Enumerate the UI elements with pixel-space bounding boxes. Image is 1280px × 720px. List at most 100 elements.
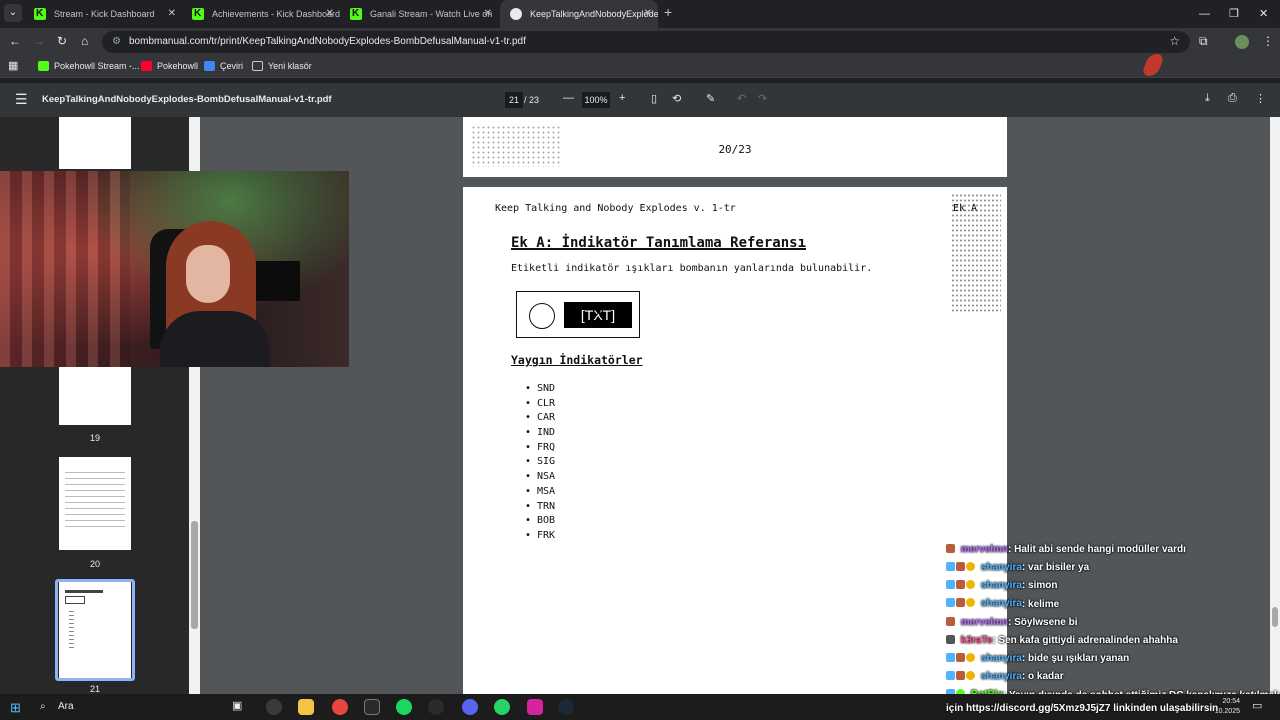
tab-ganali-stream[interactable]: Ganali Stream - Watch Live on ✕ <box>340 0 498 28</box>
site-info-icon[interactable]: ⚙ <box>112 36 121 47</box>
sidebar-menu-icon[interactable]: ☰ <box>15 91 28 108</box>
rotate-icon[interactable]: ⟲ <box>672 92 681 105</box>
home-icon[interactable]: ⌂ <box>81 34 88 48</box>
tab-bomb-manual[interactable]: KeepTalkingAndNobodyExplode ✕ <box>500 0 658 28</box>
chat-message: mervelmn: Söylwsene bi <box>946 613 1280 631</box>
tab-title: Achievements - Kick Dashboard <box>212 9 340 19</box>
list-item: TRN <box>525 500 555 515</box>
chat-username: shanyira <box>980 671 1022 683</box>
redo-icon[interactable]: ↷ <box>758 92 767 105</box>
chrome-icon[interactable] <box>332 699 348 715</box>
apps-icon[interactable]: ▦ <box>8 59 18 72</box>
bookmark-folder[interactable]: Yeni klasör <box>252 56 312 76</box>
section-label: Ek A <box>953 203 978 214</box>
page-total: / 23 <box>524 95 540 105</box>
undo-icon[interactable]: ↶ <box>737 92 746 105</box>
spotify-icon[interactable] <box>396 699 412 715</box>
tab-stream-kick-dashboard[interactable]: Stream - Kick Dashboard ✕ <box>24 0 182 28</box>
chrome-menu-icon[interactable]: ⋮ <box>1262 34 1274 48</box>
list-item: IND <box>525 426 555 441</box>
zoom-in-icon[interactable]: + <box>619 92 625 104</box>
reload-icon[interactable]: ↻ <box>57 34 67 48</box>
list-item: FRK <box>525 529 555 544</box>
thumbnail-label: 19 <box>89 433 100 443</box>
chat-text: : Sen kafa gittiydi adrenalinden ahahha <box>992 634 1178 646</box>
close-window-icon[interactable]: ✕ <box>1259 0 1268 28</box>
obs-icon[interactable] <box>266 699 282 715</box>
url-text[interactable]: bombmanual.com/tr/print/KeepTalkingAndNo… <box>129 31 526 53</box>
address-bar[interactable]: ⚙ bombmanual.com/tr/print/KeepTalkingAnd… <box>102 31 1190 53</box>
notifications-icon[interactable]: ▭ <box>1252 699 1268 715</box>
extensions-icon[interactable]: ⧉ <box>1199 34 1208 49</box>
new-tab-button[interactable]: + <box>664 4 672 20</box>
more-options-icon[interactable]: ⋮ <box>1255 92 1266 105</box>
thumbnail-page-20[interactable] <box>59 457 131 550</box>
tab-strip: ⌄ Stream - Kick Dashboard ✕ Achievements… <box>0 0 1280 28</box>
steam-icon[interactable] <box>558 699 574 715</box>
translate-icon <box>204 61 215 71</box>
page-number-input[interactable]: 21 <box>505 92 523 108</box>
kick-icon <box>34 0 46 28</box>
tab-title: Stream - Kick Dashboard <box>54 9 155 19</box>
restore-icon[interactable]: ❐ <box>1229 0 1239 28</box>
bookmark-star-icon[interactable]: ☆ <box>1169 34 1180 48</box>
thumbnail-page-18[interactable] <box>59 117 131 169</box>
annotate-icon[interactable]: ✎ <box>706 92 715 105</box>
avatar[interactable] <box>1235 35 1249 49</box>
bookmark-label: Pokehowll <box>157 61 199 71</box>
page-title: Ek A: İndikatör Tanımlama Referansı <box>511 235 807 251</box>
bookmark-ceviri[interactable]: Çeviri <box>204 56 243 76</box>
chat-message: shanyira: simon <box>946 576 1280 594</box>
list-item: SND <box>525 382 555 397</box>
clock-time: 20:54 <box>1222 698 1240 705</box>
taskbar-search[interactable]: ⌕ Ara <box>38 699 178 715</box>
bookmarks-bar: ▦ Pokehowll Stream -... Pokehowll Çeviri… <box>0 54 1280 78</box>
close-icon[interactable]: ✕ <box>168 0 176 28</box>
download-icon[interactable]: ⤓ <box>1205 92 1210 105</box>
back-icon[interactable]: ← <box>9 34 21 48</box>
tab-title: Ganali Stream - Watch Live on <box>370 9 493 19</box>
list-item: BOB <box>525 514 555 529</box>
chat-overlay: mervelmn : Halit abi sende hangi modüller… <box>946 540 1280 704</box>
indicator-example: [TXT] <box>516 291 640 338</box>
chat-text: : Söylwsene bi <box>1008 616 1078 628</box>
chat-message: k3raTe: Sen kafa gittiydi adrenalinden a… <box>946 631 1280 649</box>
bookmark-pokehowll-stream[interactable]: Pokehowll Stream -... <box>38 56 140 76</box>
fit-page-icon[interactable]: ▯ <box>651 92 657 105</box>
instagram-icon[interactable] <box>527 699 543 715</box>
print-icon[interactable]: ⎙ <box>1228 92 1237 105</box>
zoom-out-icon[interactable]: — <box>563 92 574 104</box>
task-view-icon[interactable]: ▣ <box>232 699 248 715</box>
forward-icon[interactable]: → <box>33 34 45 48</box>
chat-username: mervelmn <box>960 616 1009 628</box>
file-explorer-icon[interactable] <box>298 699 314 715</box>
tab-achievements[interactable]: Achievements - Kick Dashboard ✕ <box>182 0 340 28</box>
list-item: NSA <box>525 470 555 485</box>
bookmark-label: Çeviri <box>220 61 244 71</box>
discord-icon[interactable] <box>462 699 478 715</box>
bookmark-pokehowll[interactable]: Pokehowll <box>141 56 198 76</box>
close-icon[interactable]: ✕ <box>644 0 652 28</box>
close-icon[interactable]: ✕ <box>484 0 492 28</box>
windows-start-icon[interactable]: ⊞ <box>10 700 21 716</box>
chat-message: mervelmn: Halit abi sende hangi modüller… <box>946 540 1280 558</box>
pdf-icon <box>510 8 522 20</box>
chat-username: k3raTe <box>960 634 993 646</box>
thumbnail-page-19[interactable] <box>59 367 131 425</box>
zoom-input[interactable]: 100% <box>582 92 610 108</box>
whatsapp-icon[interactable] <box>494 699 510 715</box>
minimize-icon[interactable]: — <box>1199 0 1210 28</box>
capcut-icon[interactable] <box>364 699 380 715</box>
clock[interactable]: 20:54 10.2025 <box>1215 697 1240 717</box>
tab-search-button[interactable]: ⌄ <box>4 4 22 22</box>
feather-logo-icon <box>1140 54 1166 76</box>
close-icon[interactable]: ✕ <box>326 0 334 28</box>
search-icon: ⌕ <box>40 701 46 712</box>
intro-text: Etiketli indikatör ışıkları bombanın yan… <box>511 263 873 274</box>
g-hub-icon[interactable] <box>428 699 444 715</box>
chat-text: : simon <box>1021 580 1058 592</box>
chat-text: : Halit abi sende hangi modüller vardı <box>1008 543 1186 555</box>
chat-message-continuation: için https://discord.gg/5Xmz9J5jZ7 linki… <box>946 703 1219 714</box>
page-footer: 20/23 <box>718 143 752 156</box>
list-item: SIG <box>525 455 555 470</box>
